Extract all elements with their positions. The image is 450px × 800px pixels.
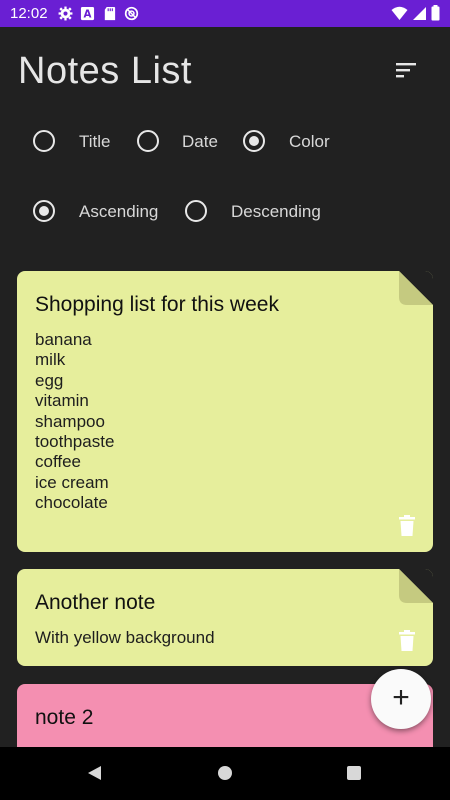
note-fold [399,569,433,603]
note-card[interactable]: Shopping list for this week banana milk … [17,271,433,552]
radio-label-title[interactable]: Title [79,132,111,152]
back-icon[interactable] [86,765,102,781]
note-line: toothpaste [35,432,115,452]
recents-icon[interactable] [347,766,361,780]
note-line: chocolate [35,493,108,513]
note-title: note 2 [35,706,94,729]
note-line: vitamin [35,391,89,411]
sort-icon[interactable] [392,58,420,82]
radio-descending[interactable] [185,200,207,222]
delete-icon[interactable] [399,630,415,651]
signal-icon [413,6,426,20]
note-line: banana [35,330,92,349]
a-icon: A [80,6,95,21]
plus-icon: + [392,681,410,714]
note-title: Another note [35,591,156,614]
sort-field-group: Title Date Color [0,121,450,161]
note-card[interactable]: Another note With yellow background [17,569,433,666]
radio-date[interactable] [137,130,159,152]
note-line: With yellow background [35,628,215,647]
sort-order-group: Ascending Descending [0,191,450,231]
note-fold [399,271,433,305]
note-title: Shopping list for this week [35,293,279,316]
add-note-button[interactable]: + [371,669,431,729]
settings-icon [58,6,73,21]
radio-ascending[interactable] [33,200,55,222]
radio-title[interactable] [33,130,55,152]
radio-label-date[interactable]: Date [182,132,218,152]
note-line: milk [35,350,66,370]
note-body: With yellow background [35,628,215,648]
note-body: banana milk egg vitamin shampoo toothpas… [35,330,114,514]
status-time: 12:02 [10,5,48,22]
note-line: coffee [35,452,82,472]
home-icon[interactable] [218,766,232,780]
radio-label-ascending[interactable]: Ascending [79,202,158,222]
page-title: Notes List [18,50,192,92]
delete-icon[interactable] [399,515,415,536]
navigation-bar [0,747,450,800]
note-line: egg [35,370,64,390]
svg-text:A: A [84,9,92,21]
note-line: shampoo [35,411,105,431]
radio-color[interactable] [243,130,265,152]
radio-label-color[interactable]: Color [289,132,330,152]
sd-card-icon [104,6,116,21]
note-line: ice cream [35,472,109,492]
battery-icon [431,5,440,21]
no-disturb-icon [124,6,139,21]
wifi-icon [391,6,408,20]
status-bar: 12:02 A [0,0,450,27]
radio-label-descending[interactable]: Descending [231,202,321,222]
